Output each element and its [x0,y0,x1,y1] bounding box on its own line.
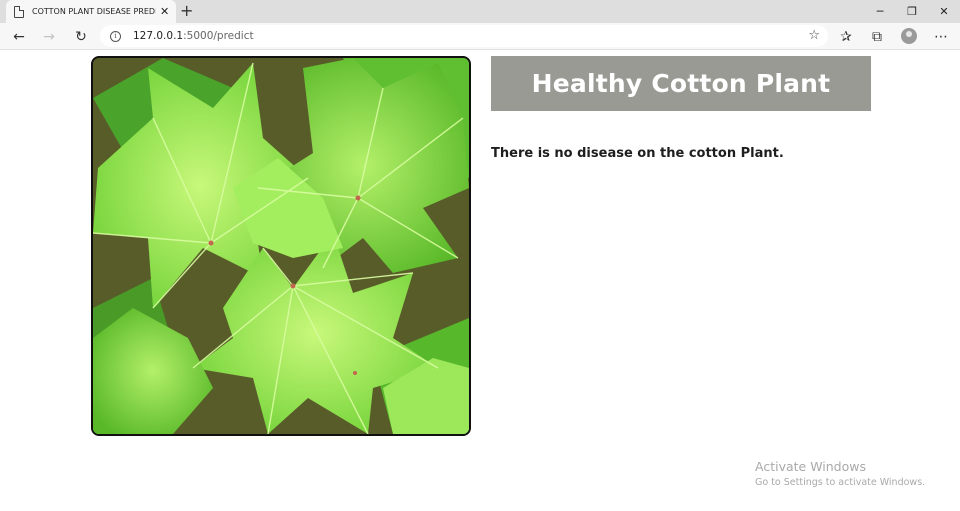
address-bar[interactable]: i 127.0.0.1:5000/predict ☆ [100,25,828,47]
tab-strip: COTTON PLANT DISEASE PREDIC ✕ + ─ ❐ ✕ [0,0,960,23]
refresh-icon[interactable]: ↻ [70,26,92,48]
restore-icon[interactable]: ❐ [896,0,928,23]
prediction-description: There is no disease on the cotton Plant. [491,146,784,161]
url-host: 127.0.0.1 [133,30,184,42]
close-icon[interactable]: ✕ [160,6,169,17]
navigation-bar: ← → ↻ i 127.0.0.1:5000/predict ☆ ✰ ⧉ ⋯ [0,23,960,50]
favorites-icon[interactable]: ✰ [835,26,857,48]
page-icon [14,5,24,18]
profile-avatar-icon[interactable] [901,28,917,44]
activate-windows-watermark: Activate Windows Go to Settings to activ… [755,459,925,488]
new-tab-button[interactable]: + [180,2,193,20]
favorite-star-icon[interactable]: ☆ [808,28,820,43]
tab-title: COTTON PLANT DISEASE PREDIC [32,7,156,16]
cotton-leaves-illustration [93,58,469,434]
uploaded-plant-image [91,56,471,436]
watermark-subtitle: Go to Settings to activate Windows. [755,477,926,488]
collections-icon[interactable]: ⧉ [866,26,888,48]
minimize-icon[interactable]: ─ [864,0,896,23]
info-icon[interactable]: i [110,30,121,42]
prediction-result-banner: Healthy Cotton Plant [491,56,871,111]
watermark-title: Activate Windows [755,459,866,474]
url-path: :5000/predict [183,30,254,42]
window-close-icon[interactable]: ✕ [928,0,960,23]
more-icon[interactable]: ⋯ [930,26,952,48]
back-icon[interactable]: ← [8,26,30,48]
prediction-title: Healthy Cotton Plant [531,69,831,98]
browser-tab[interactable]: COTTON PLANT DISEASE PREDIC ✕ [6,0,176,23]
forward-icon[interactable]: → [38,26,60,48]
